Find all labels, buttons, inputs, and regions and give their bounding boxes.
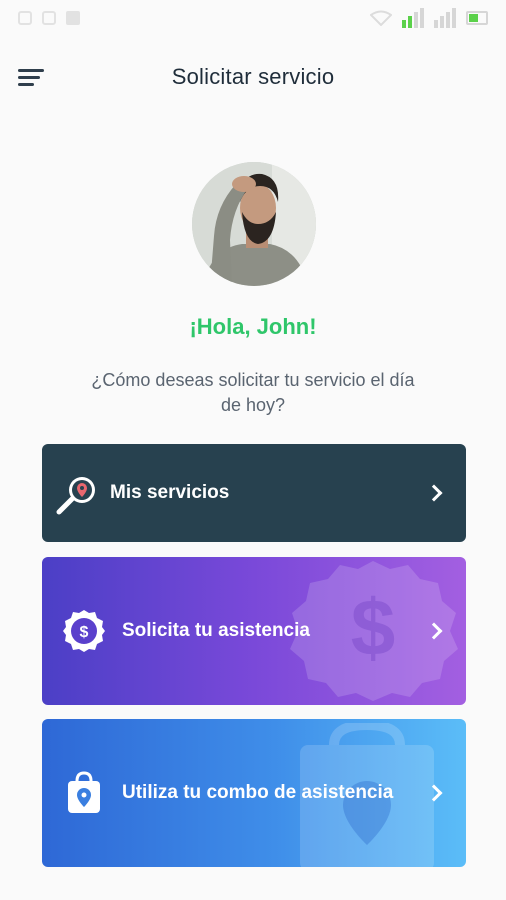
- card-label: Mis servicios: [110, 482, 230, 503]
- request-assistance-card[interactable]: $ $ Solicita tu asistencia: [42, 557, 466, 705]
- card-label: Utiliza tu combo de asistencia: [122, 782, 394, 803]
- wifi-icon: [370, 10, 392, 26]
- notification-icon: [66, 11, 80, 25]
- svg-text:$: $: [80, 624, 89, 641]
- app-header: Solicitar servicio: [0, 50, 506, 106]
- status-bar-right: [370, 8, 488, 28]
- chevron-right-icon: [425, 484, 443, 502]
- cell-signal-icon: [402, 8, 424, 28]
- svg-text:$: $: [351, 583, 396, 672]
- my-services-card[interactable]: Mis servicios: [42, 444, 466, 542]
- notification-icon: [18, 11, 32, 25]
- battery-icon: [466, 11, 488, 25]
- user-photo: [192, 162, 316, 286]
- prompt-question: ¿Cómo deseas solicitar tu servicio el dí…: [91, 370, 415, 415]
- avatar: [192, 162, 316, 286]
- shopping-bag-location-icon: [66, 771, 102, 820]
- search-location-icon: [56, 474, 100, 521]
- status-bar-left: [18, 11, 80, 25]
- notification-icon: [42, 11, 56, 25]
- assistance-combo-card[interactable]: Utiliza tu combo de asistencia: [42, 719, 466, 867]
- cell-signal-icon: [434, 8, 456, 28]
- page-title: Solicitar servicio: [171, 64, 335, 89]
- status-bar: [0, 0, 506, 36]
- card-label: Solicita tu asistencia: [122, 620, 310, 641]
- greeting: ¡Hola, John!: [189, 314, 317, 339]
- dollar-badge-icon: $: [62, 609, 106, 658]
